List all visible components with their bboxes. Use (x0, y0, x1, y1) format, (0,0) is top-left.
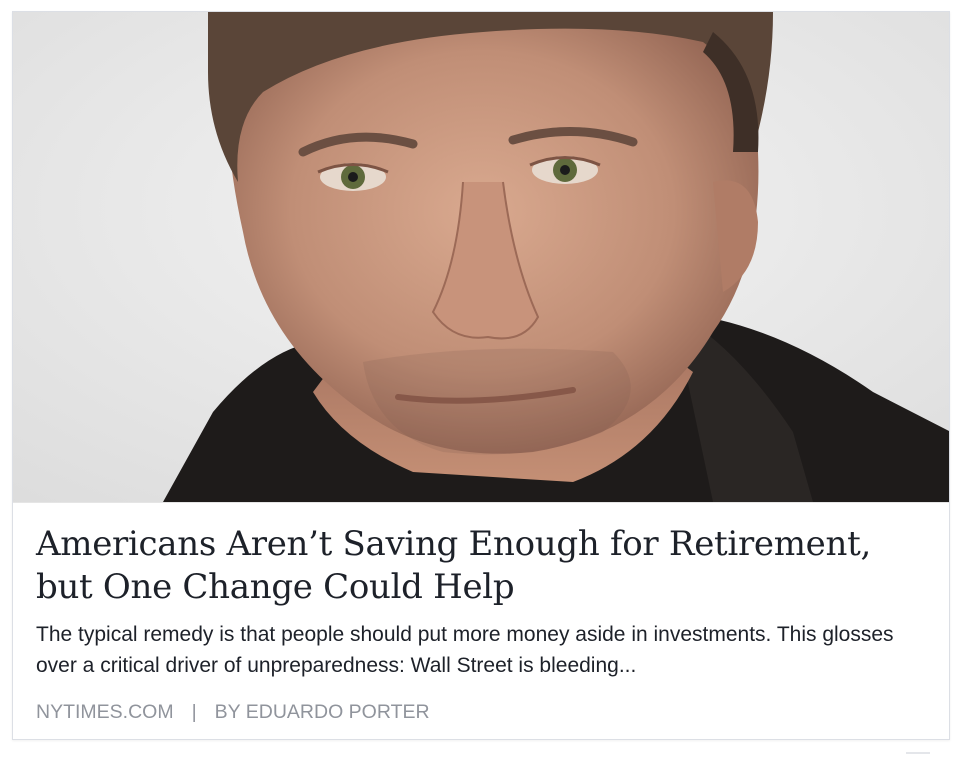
article-headline[interactable]: Americans Aren’t Saving Enough for Retir… (36, 523, 916, 609)
author-byline: BY EDUARDO PORTER (214, 701, 430, 723)
article-meta: NYTIMES.COM | BY EDUARDO PORTER (36, 700, 430, 724)
source-domain: NYTIMES.COM (36, 701, 174, 723)
link-preview-card[interactable]: Americans Aren’t Saving Enough for Retir… (12, 11, 950, 740)
author-portrait-image[interactable] (13, 12, 949, 502)
portrait-photo-icon (13, 12, 949, 502)
link-preview-text[interactable]: Americans Aren’t Saving Enough for Retir… (13, 502, 949, 739)
divider-line (906, 752, 930, 754)
article-description: The typical remedy is that people should… (36, 623, 894, 677)
meta-separator: | (191, 701, 197, 723)
